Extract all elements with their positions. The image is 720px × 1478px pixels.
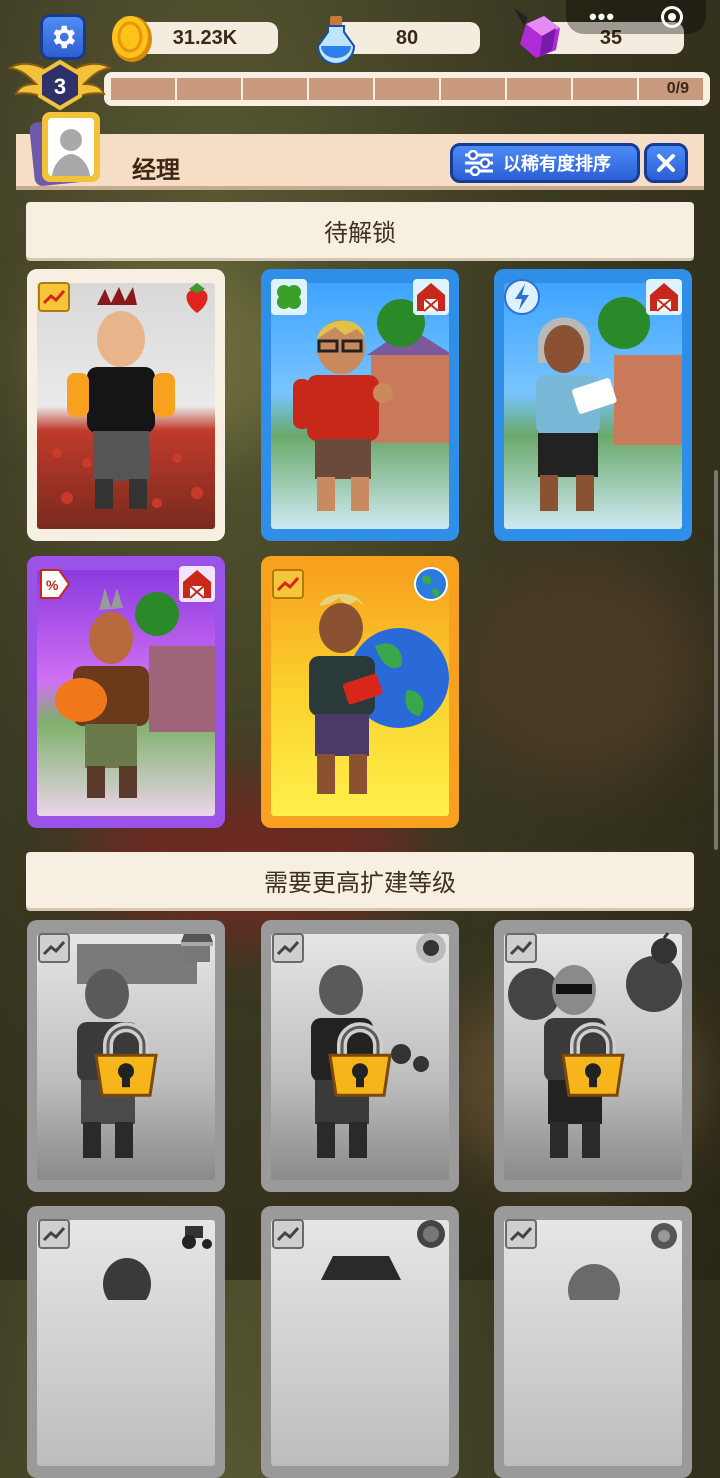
chart-icon bbox=[504, 930, 540, 966]
sort-button-label: 以稀有度排序 bbox=[503, 154, 611, 174]
close-button[interactable] bbox=[644, 143, 688, 183]
manager-card[interactable]: % bbox=[27, 556, 225, 828]
background-blob bbox=[460, 560, 700, 780]
locked-manager-card[interactable] bbox=[27, 920, 225, 1192]
clover-icon bbox=[271, 279, 307, 315]
card-artwork bbox=[271, 1220, 449, 1466]
barn-icon bbox=[646, 279, 682, 315]
apple-icon bbox=[646, 930, 682, 966]
percent-tag-icon: % bbox=[37, 566, 73, 602]
chart-icon bbox=[271, 930, 307, 966]
tractor-icon bbox=[179, 1216, 215, 1252]
manager-character-image bbox=[55, 588, 215, 798]
manager-card[interactable] bbox=[27, 269, 225, 541]
page-title: 经理 bbox=[132, 157, 180, 184]
card-artwork bbox=[37, 570, 215, 816]
fruit-icon bbox=[646, 1216, 682, 1252]
level-number: 3 bbox=[53, 74, 67, 99]
manager-character-image bbox=[309, 594, 449, 794]
manager-character-image bbox=[52, 287, 203, 509]
chart-icon bbox=[271, 566, 307, 602]
card-artwork bbox=[271, 570, 449, 816]
lightning-icon bbox=[504, 279, 540, 315]
padlock-icon bbox=[557, 1021, 629, 1108]
gem-icon bbox=[514, 8, 560, 58]
chart-icon bbox=[504, 1216, 540, 1252]
sunflower-icon bbox=[413, 930, 449, 966]
svg-text:%: % bbox=[46, 577, 59, 593]
locked-manager-card[interactable] bbox=[494, 1206, 692, 1478]
section-title: 待解锁 bbox=[324, 219, 396, 247]
section-title: 需要更高扩建等级 bbox=[264, 869, 456, 897]
strawberry-icon bbox=[179, 279, 215, 315]
locked-manager-card[interactable] bbox=[27, 1206, 225, 1478]
miniprogram-capsule: ••• bbox=[566, 0, 706, 34]
gear-icon bbox=[53, 25, 75, 49]
manager-card[interactable] bbox=[494, 269, 692, 541]
cabbage-icon bbox=[413, 1216, 449, 1252]
manager-avatar bbox=[29, 110, 104, 186]
card-artwork bbox=[37, 1220, 215, 1466]
barn-icon bbox=[413, 279, 449, 315]
filter-sliders-icon bbox=[465, 150, 493, 176]
manager-card[interactable] bbox=[261, 556, 459, 828]
more-icon[interactable]: ••• bbox=[589, 4, 615, 30]
section-header-to-unlock: 待解锁 bbox=[26, 202, 694, 258]
section-header-need-higher-level: 需要更高扩建等级 bbox=[26, 852, 694, 908]
card-artwork bbox=[504, 283, 682, 529]
close-icon bbox=[657, 154, 675, 172]
coin-icon bbox=[112, 16, 152, 62]
manager-character-image bbox=[293, 299, 449, 511]
coins-value: 31.23K bbox=[172, 26, 238, 49]
person-silhouette-icon bbox=[29, 112, 100, 186]
manager-card[interactable] bbox=[261, 269, 459, 541]
chart-icon bbox=[271, 1216, 307, 1252]
scrollbar[interactable] bbox=[714, 470, 718, 850]
shop-icon bbox=[179, 930, 215, 966]
padlock-icon bbox=[324, 1021, 396, 1108]
chart-icon bbox=[37, 930, 73, 966]
globe-icon bbox=[413, 566, 449, 602]
locked-manager-card[interactable] bbox=[261, 920, 459, 1192]
potion-icon bbox=[316, 16, 356, 64]
potions-value: 80 bbox=[395, 26, 419, 49]
chart-icon bbox=[37, 1216, 73, 1252]
level-progress-bar: 0/9 bbox=[104, 72, 710, 106]
card-artwork bbox=[37, 283, 215, 529]
level-progress-text: 0/9 bbox=[666, 80, 689, 97]
card-artwork bbox=[271, 283, 449, 529]
locked-manager-card[interactable] bbox=[494, 920, 692, 1192]
sort-by-rarity-button[interactable]: 以稀有度排序 bbox=[450, 143, 640, 183]
padlock-icon bbox=[90, 1021, 162, 1108]
manager-character-image bbox=[536, 297, 682, 511]
card-artwork bbox=[504, 1220, 682, 1466]
locked-manager-card[interactable] bbox=[261, 1206, 459, 1478]
chart-icon bbox=[37, 279, 73, 315]
barn-icon bbox=[179, 566, 215, 602]
exit-icon[interactable] bbox=[661, 6, 684, 28]
